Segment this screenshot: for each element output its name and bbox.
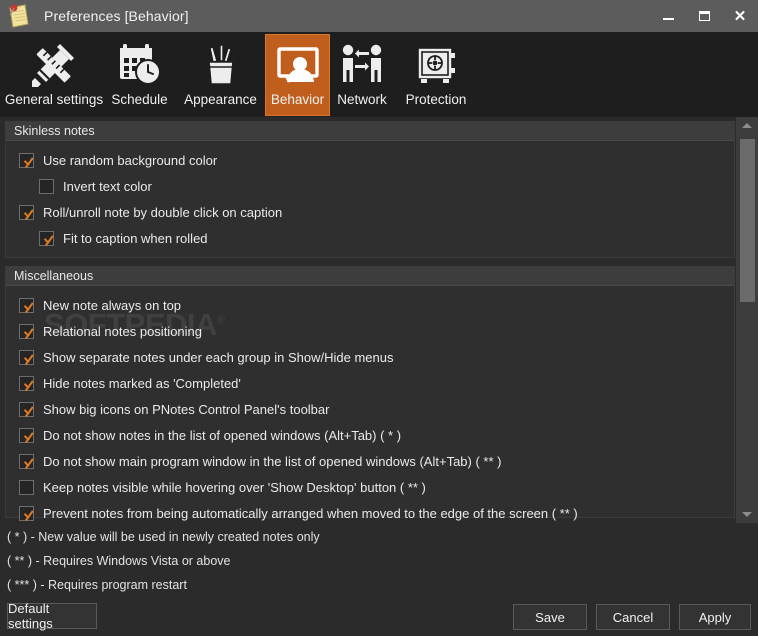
scroll-down-arrow-icon[interactable] — [736, 506, 758, 523]
checkbox-checked-icon[interactable] — [19, 375, 34, 391]
option-label: New note always on top — [43, 297, 182, 313]
tab-label: Schedule — [111, 92, 168, 107]
note-pin-icon — [6, 3, 32, 29]
option-label: Do not show main program window in the l… — [43, 453, 502, 469]
calendar-clock-icon — [114, 39, 166, 91]
option-hide-main-window-alt-tab[interactable]: Do not show main program window in the l… — [6, 448, 734, 474]
tab-label: Network — [337, 92, 387, 107]
pencil-cup-icon — [195, 39, 247, 91]
option-keep-notes-visible-show-desktop[interactable]: Keep notes visible while hovering over '… — [6, 474, 734, 500]
checkbox-checked-icon[interactable] — [39, 230, 54, 246]
group-header: Miscellaneous — [6, 267, 734, 286]
title-bar: Preferences [Behavior] ✕ — [0, 0, 758, 32]
monitor-person-icon — [272, 39, 324, 91]
checkbox-checked-icon[interactable] — [19, 349, 34, 365]
vertical-scrollbar[interactable] — [735, 117, 758, 523]
tab-label: General settings — [4, 92, 104, 107]
triangle-up — [742, 123, 752, 128]
option-new-note-always-on-top[interactable]: New note always on top — [6, 292, 734, 318]
maximize-icon — [698, 11, 710, 21]
group-miscellaneous: Miscellaneous New note always on top Rel… — [5, 266, 735, 521]
option-show-big-icons-toolbar[interactable]: Show big icons on PNotes Control Panel's… — [6, 396, 734, 422]
option-label: Hide notes marked as 'Completed' — [43, 375, 241, 391]
footnote-double-asterisk: ( ** ) - Requires Windows Vista or above — [7, 554, 231, 568]
group-body: New note always on top Relational notes … — [6, 286, 734, 523]
checkbox-checked-icon[interactable] — [19, 401, 34, 417]
minimize-icon — [662, 17, 674, 20]
close-button[interactable]: ✕ — [722, 0, 758, 32]
tab-schedule[interactable]: Schedule — [104, 35, 175, 115]
tab-behavior[interactable]: Behavior — [265, 34, 330, 116]
tab-label: Protection — [405, 92, 467, 107]
option-label: Roll/unroll note by double click on capt… — [43, 204, 283, 220]
group-body: Use random background color Invert text … — [6, 141, 734, 257]
option-label: Prevent notes from being automatically a… — [43, 505, 578, 521]
footnote-triple-asterisk: ( *** ) - Requires program restart — [7, 578, 187, 592]
checkbox-checked-icon[interactable] — [19, 323, 34, 339]
tab-protection[interactable]: Protection — [395, 35, 477, 115]
option-hide-notes-marked-completed[interactable]: Hide notes marked as 'Completed' — [6, 370, 734, 396]
tab-general-settings[interactable]: General settings — [4, 35, 104, 115]
checkbox-unchecked-icon[interactable] — [19, 479, 34, 495]
option-fit-to-caption-when-rolled[interactable]: Fit to caption when rolled — [6, 225, 734, 251]
option-label: Invert text color — [63, 178, 152, 194]
maximize-button[interactable] — [686, 0, 722, 32]
option-show-separate-notes-under-group[interactable]: Show separate notes under each group in … — [6, 344, 734, 370]
window-title: Preferences [Behavior] — [44, 8, 189, 24]
group-skinless-notes: Skinless notes Use random background col… — [5, 121, 735, 258]
safe-vault-icon — [410, 39, 462, 91]
preferences-window: Preferences [Behavior] ✕ General setting… — [0, 0, 758, 636]
window-controls: ✕ — [650, 0, 758, 32]
tab-label: Behavior — [270, 92, 325, 107]
two-people-arrows-icon — [336, 39, 388, 91]
option-use-random-background-color[interactable]: Use random background color — [6, 147, 734, 173]
checkbox-checked-icon[interactable] — [19, 152, 34, 168]
option-hide-notes-alt-tab[interactable]: Do not show notes in the list of opened … — [6, 422, 734, 448]
checkbox-checked-icon[interactable] — [19, 427, 34, 443]
checkbox-checked-icon[interactable] — [19, 204, 34, 220]
minimize-button[interactable] — [650, 0, 686, 32]
checkbox-checked-icon[interactable] — [19, 453, 34, 469]
scroll-up-arrow-icon[interactable] — [736, 117, 758, 134]
group-title: Miscellaneous — [14, 269, 94, 283]
checkbox-checked-icon[interactable] — [19, 297, 34, 313]
save-button[interactable]: Save — [513, 604, 587, 630]
cancel-button[interactable]: Cancel — [596, 604, 670, 630]
footnotes: ( * ) - New value will be used in newly … — [0, 525, 758, 600]
close-icon: ✕ — [733, 7, 747, 25]
option-relational-notes-positioning[interactable]: Relational notes positioning — [6, 318, 734, 344]
tab-label: Appearance — [184, 92, 257, 107]
tab-network[interactable]: Network — [329, 35, 395, 115]
option-label: Show big icons on PNotes Control Panel's… — [43, 401, 330, 417]
option-label: Fit to caption when rolled — [63, 230, 208, 246]
option-label: Relational notes positioning — [43, 323, 202, 339]
option-label: Use random background color — [43, 152, 218, 168]
preferences-toolbar: General settings Schedule Appearance Beh… — [0, 32, 758, 117]
option-label: Do not show notes in the list of opened … — [43, 427, 402, 443]
option-invert-text-color[interactable]: Invert text color — [6, 173, 734, 199]
option-roll-unroll-note[interactable]: Roll/unroll note by double click on capt… — [6, 199, 734, 225]
scrollbar-thumb[interactable] — [740, 139, 755, 302]
checkbox-checked-icon[interactable] — [19, 505, 34, 521]
apply-button[interactable]: Apply — [679, 604, 751, 630]
checkbox-unchecked-icon[interactable] — [39, 178, 54, 194]
tab-appearance[interactable]: Appearance — [175, 35, 266, 115]
triangle-down — [742, 512, 752, 517]
group-header: Skinless notes — [6, 122, 734, 141]
footnote-single-asterisk: ( * ) - New value will be used in newly … — [7, 530, 320, 544]
option-label: Show separate notes under each group in … — [43, 349, 394, 365]
settings-scroll-area: SOFTPEDIA® Skinless notes Use random bac… — [0, 117, 758, 523]
option-prevent-auto-arrange[interactable]: Prevent notes from being automatically a… — [6, 500, 734, 523]
pencil-ruler-icon — [28, 39, 80, 91]
option-label: Keep notes visible while hovering over '… — [43, 479, 426, 495]
default-settings-button[interactable]: Default settings — [7, 601, 97, 631]
group-title: Skinless notes — [14, 124, 95, 138]
